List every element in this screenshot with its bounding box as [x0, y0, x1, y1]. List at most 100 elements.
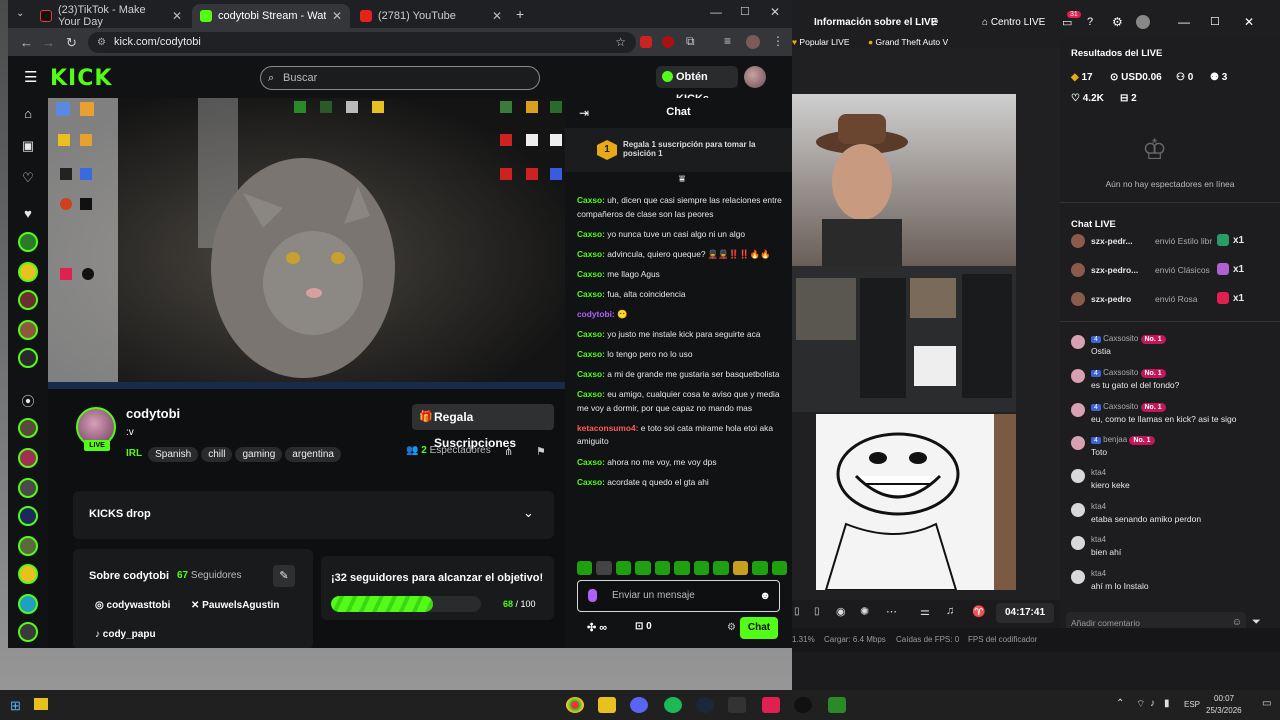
account-avatar[interactable]	[1136, 15, 1150, 29]
webcam-source[interactable]	[792, 94, 1016, 266]
chat-message-input[interactable]: Enviar un mensaje ☻	[577, 580, 780, 612]
menu-dots-icon[interactable]: ⋮	[772, 34, 784, 48]
channel-avatar[interactable]	[18, 262, 38, 282]
clock-time[interactable]: 00:07	[1214, 694, 1234, 703]
tiktok-live-taskbar-icon[interactable]	[762, 697, 780, 713]
epic-games-taskbar-icon[interactable]	[728, 697, 746, 713]
mic-tray-icon[interactable]: ▮	[1164, 698, 1170, 709]
tab-kick[interactable]: codytobi Stream - Watch Live o ✕	[192, 4, 350, 28]
channel-avatar[interactable]	[18, 506, 38, 526]
favorites-heart-icon[interactable]: ♥	[20, 206, 36, 222]
chat-username[interactable]: Caxso:	[577, 289, 605, 299]
volume-icon[interactable]: ♪	[1150, 698, 1155, 709]
maximize-button[interactable]: ☐	[1210, 15, 1220, 28]
back-icon[interactable]: ←	[20, 35, 33, 50]
discord-taskbar-icon[interactable]	[630, 697, 648, 713]
following-heart-icon[interactable]: ♡	[20, 170, 36, 186]
channel-avatar[interactable]	[18, 348, 38, 368]
close-window-button[interactable]: ✕	[770, 5, 780, 19]
close-tab-icon[interactable]: ✕	[172, 9, 182, 23]
tag[interactable]: Spanish	[148, 447, 199, 462]
commenter-name[interactable]: kta4	[1091, 535, 1106, 544]
layout-icon[interactable]: ▯	[794, 606, 800, 617]
tag[interactable]: gaming	[235, 447, 283, 462]
gifter-avatar[interactable]	[1071, 263, 1085, 277]
user-avatar[interactable]	[744, 66, 766, 88]
maximize-button[interactable]: ☐	[740, 5, 750, 18]
spotify-taskbar-icon[interactable]	[664, 697, 682, 713]
wifi-icon[interactable]: ⌔	[1136, 698, 1145, 711]
help-icon[interactable]: ?	[1087, 16, 1093, 28]
emote[interactable]	[596, 561, 612, 575]
commenter-avatar[interactable]	[1071, 436, 1085, 450]
gta-taskbar-icon[interactable]	[828, 697, 846, 713]
send-chat-button[interactable]: Chat	[740, 617, 778, 639]
chat-username[interactable]: Caxso:	[577, 389, 605, 399]
commenter-name[interactable]: Caxsosito	[1103, 402, 1138, 411]
gift-balance[interactable]: ⊡ 0	[635, 621, 652, 632]
effects-icon[interactable]: ✺	[860, 605, 869, 618]
scroll-down-icon[interactable]: ⩸	[679, 174, 685, 185]
close-window-button[interactable]: ✕	[1244, 15, 1254, 29]
chat-username[interactable]: codytobi:	[577, 309, 615, 319]
extensions-icon[interactable]: ⧉	[686, 34, 695, 49]
channel-avatar[interactable]	[18, 594, 38, 614]
close-tab-icon[interactable]: ✕	[332, 9, 342, 23]
chat-username[interactable]: Caxso:	[577, 369, 605, 379]
video-player[interactable]	[48, 98, 565, 389]
microphone-icon[interactable]: ♈	[972, 605, 986, 618]
notifications-icon[interactable]: ▭	[1262, 698, 1271, 709]
channel-avatar[interactable]	[18, 536, 38, 556]
profile-avatar[interactable]	[746, 35, 760, 49]
kicks-drop-panel[interactable]: KICKS drop ⌄	[73, 491, 554, 539]
tab-tiktok[interactable]: (23)TikTok - Make Your Day ✕	[32, 4, 190, 28]
chat-username[interactable]: Caxso:	[577, 349, 605, 359]
emote[interactable]	[713, 561, 729, 575]
live-signal-icon[interactable]: ⦿	[20, 394, 36, 410]
meme-image-source[interactable]	[816, 414, 994, 590]
phone-icon[interactable]: ▯	[814, 606, 820, 617]
more-dots-icon[interactable]: ⋯	[886, 605, 897, 618]
commenter-name[interactable]: Caxsosito	[1103, 334, 1138, 343]
browse-icon[interactable]: ▣	[20, 138, 36, 154]
commenter-name[interactable]: Caxsosito	[1103, 368, 1138, 377]
commenter-avatar[interactable]	[1071, 369, 1085, 383]
commenter-avatar[interactable]	[1071, 469, 1085, 483]
report-user-icon[interactable]: ⚑	[536, 445, 546, 458]
tab-youtube[interactable]: (2781) YouTube ✕	[352, 4, 510, 28]
chrome-taskbar-icon[interactable]	[566, 697, 584, 713]
chat-username[interactable]: Caxso:	[577, 329, 605, 339]
desktop-capture-source[interactable]	[792, 266, 1016, 412]
forward-icon[interactable]: →	[42, 35, 55, 50]
channel-avatar[interactable]	[18, 320, 38, 340]
commenter-avatar[interactable]	[1071, 503, 1085, 517]
tag[interactable]: chill	[201, 447, 233, 462]
close-tab-icon[interactable]: ✕	[492, 9, 502, 23]
minimize-button[interactable]: —	[710, 5, 722, 19]
commenter-name[interactable]: benjaa	[1103, 435, 1127, 444]
file-explorer-icon[interactable]	[34, 698, 48, 710]
reload-icon[interactable]: ↻	[66, 35, 77, 51]
clock-date[interactable]: 25/3/2026	[1206, 706, 1242, 715]
steam-taskbar-icon[interactable]	[696, 697, 714, 713]
minimize-button[interactable]: —	[1178, 15, 1190, 29]
share-icon[interactable]: ⋔	[504, 445, 513, 458]
channel-avatar[interactable]	[18, 478, 38, 498]
edit-pencil-icon[interactable]: ✎	[273, 565, 295, 587]
gifter-avatar[interactable]	[1071, 292, 1085, 306]
bookmark-star-icon[interactable]: ☆	[615, 32, 626, 53]
tiktok-link[interactable]: ♪ cody_papu	[95, 629, 156, 640]
chevron-down-icon[interactable]: ⌄	[523, 505, 534, 521]
tag[interactable]: argentina	[285, 447, 341, 462]
commenter-name[interactable]: kta4	[1091, 569, 1106, 578]
windows-start-icon[interactable]: ⊞	[10, 698, 21, 714]
instagram-link[interactable]: ◎ codywasttobi	[95, 600, 170, 611]
chat-username[interactable]: Caxso:	[577, 249, 605, 259]
emote[interactable]	[615, 561, 632, 575]
live-center-link[interactable]: ⌂ Centro LIVE	[982, 17, 1045, 28]
commenter-avatar[interactable]	[1071, 403, 1085, 417]
emote[interactable]	[771, 561, 787, 575]
emote[interactable]	[577, 561, 593, 575]
emote[interactable]	[635, 561, 651, 575]
gift-subs-button[interactable]: 🎁 Regala Suscripciones	[412, 404, 554, 450]
